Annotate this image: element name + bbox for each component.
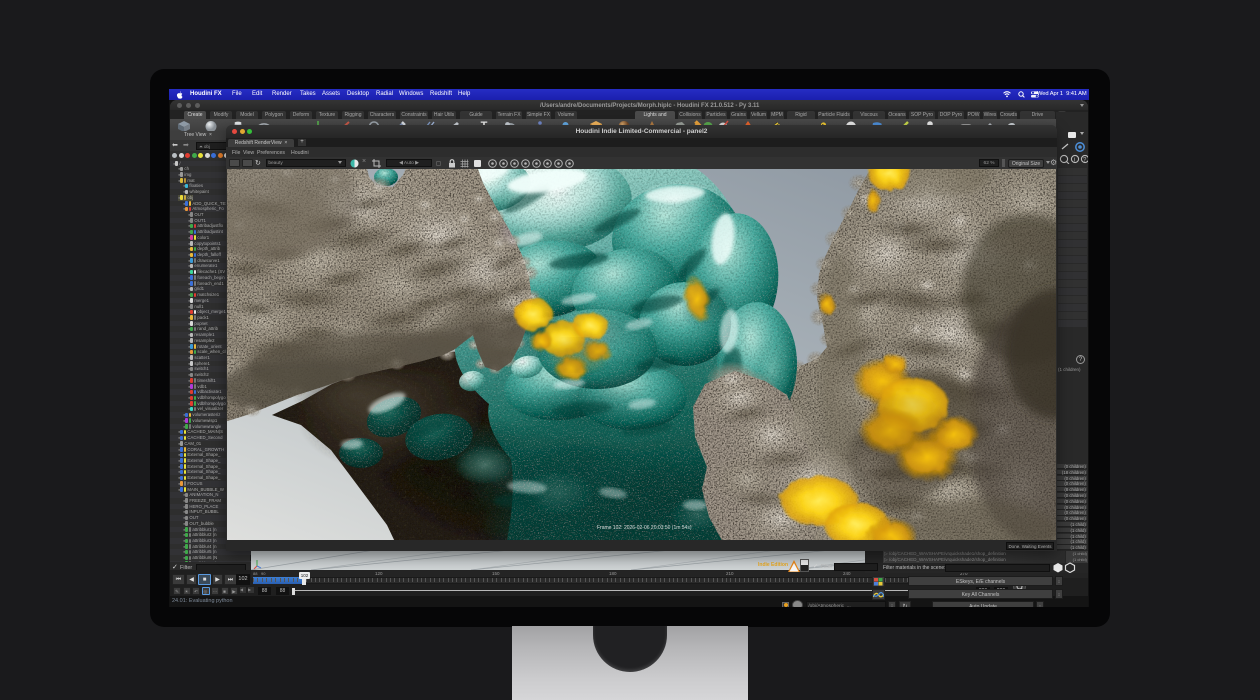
svg-text:i: i (1074, 157, 1075, 163)
svg-text:Frame 102: 2026-02-06 20:03:5: Frame 102: 2026-02-06 20:03:50 (1m 54s) (597, 525, 692, 531)
